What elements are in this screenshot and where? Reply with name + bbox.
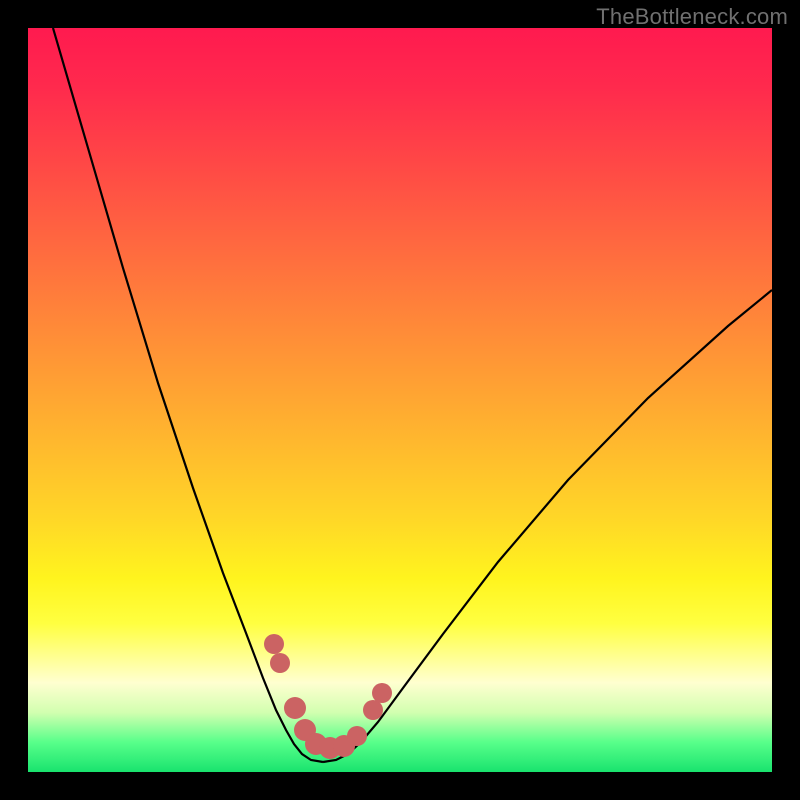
curve-marker-0 — [264, 634, 284, 654]
curve-marker-2 — [284, 697, 306, 719]
plot-area — [28, 28, 772, 772]
outer-black-frame: TheBottleneck.com — [0, 0, 800, 800]
watermark-text: TheBottleneck.com — [596, 4, 788, 30]
left-curve — [53, 28, 323, 762]
curves-svg — [28, 28, 772, 772]
curve-marker-7 — [347, 726, 367, 746]
curve-marker-1 — [270, 653, 290, 673]
curve-marker-8 — [363, 700, 383, 720]
curve-marker-9 — [372, 683, 392, 703]
markers-group — [264, 634, 392, 759]
